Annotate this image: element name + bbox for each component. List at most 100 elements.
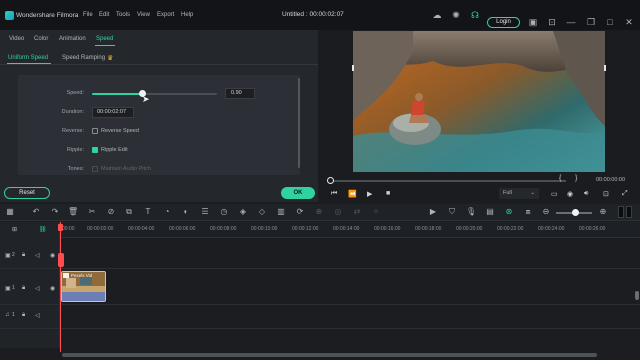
notification-icon[interactable]: ⊡ xyxy=(547,17,557,27)
timeline-playhead[interactable] xyxy=(60,222,61,352)
playhead-handle[interactable] xyxy=(58,224,63,231)
duration-input[interactable]: 00:00:02:07 xyxy=(92,107,134,118)
timeline-horizontal-scrollbar[interactable] xyxy=(62,353,597,357)
restore-icon[interactable]: ❐ xyxy=(586,17,596,27)
add-track-icon[interactable]: ⊞ xyxy=(12,226,17,233)
mark-in-button[interactable]: { xyxy=(559,175,561,182)
timeline-track-area[interactable] xyxy=(60,238,640,348)
detach-icon[interactable]: ⊘ xyxy=(106,207,116,217)
lightbulb-icon[interactable]: ✺ xyxy=(451,10,461,20)
marker-icon[interactable]: ⛉ xyxy=(447,207,457,217)
crop-icon[interactable]: ⧉ xyxy=(124,207,134,217)
captions-icon[interactable]: ▤ xyxy=(485,207,495,217)
tab-color[interactable]: Color xyxy=(34,36,48,42)
keyframe-icon[interactable]: ◇ xyxy=(257,207,267,217)
zoom-in-icon[interactable]: ⊕ xyxy=(598,207,608,217)
panel-toggle-left[interactable] xyxy=(618,206,624,218)
audio-tool-icon[interactable]: ◎ xyxy=(333,207,343,217)
menu-edit[interactable]: Edit xyxy=(99,12,109,18)
lock-icon[interactable]: 🔒︎ xyxy=(22,285,25,292)
play-icon[interactable]: ▶ xyxy=(367,190,372,198)
quality-dropdown[interactable]: Full ⌄ xyxy=(499,188,539,199)
timeline-vertical-scrollbar[interactable] xyxy=(635,291,639,300)
zoom-out-icon[interactable]: ⊖ xyxy=(541,207,551,217)
tab-video[interactable]: Video xyxy=(9,36,24,42)
panel-toggle-right[interactable] xyxy=(626,206,632,218)
cloud-icon[interactable]: ☁ xyxy=(432,10,442,20)
reset-button[interactable]: Reset xyxy=(4,187,50,199)
stop-icon[interactable]: ■ xyxy=(386,190,390,197)
prev-frame-icon[interactable]: ⏪ xyxy=(348,190,357,198)
zoom-slider-thumb[interactable] xyxy=(572,209,579,216)
video-clip[interactable]: Pexels Vid xyxy=(61,271,106,302)
eye-icon[interactable]: ◉ xyxy=(50,285,55,292)
delete-icon[interactable]: 🗑︎ xyxy=(68,207,78,217)
transition-icon[interactable]: ⇄ xyxy=(352,207,362,217)
subtab-uniform-speed[interactable]: Uniform Speed xyxy=(8,55,48,61)
lock-icon[interactable]: 🔒︎ xyxy=(22,252,25,259)
menu-tools[interactable]: Tools xyxy=(116,12,130,18)
tab-animation[interactable]: Animation xyxy=(59,36,86,42)
timer-icon[interactable]: ◷ xyxy=(219,207,229,217)
preview-scrub-head[interactable] xyxy=(327,177,334,184)
undo-icon[interactable]: ↶ xyxy=(31,207,41,217)
monitor-icon[interactable]: ▭ xyxy=(551,190,558,198)
crop-handle-right[interactable] xyxy=(604,65,606,71)
login-button[interactable]: Login xyxy=(487,17,520,28)
duration-label: Duration: xyxy=(61,109,84,115)
headset-icon[interactable]: ☊ xyxy=(470,10,480,20)
active-tab-indicator xyxy=(95,45,115,46)
ripple-tool-icon[interactable]: ⧈ xyxy=(523,207,533,217)
menu-export[interactable]: Export xyxy=(157,12,174,18)
audio-track-icon: ♫ xyxy=(5,312,10,318)
stabilize-icon[interactable]: ◈ xyxy=(238,207,248,217)
expand-icon[interactable]: ⤢ xyxy=(622,190,628,198)
layout-grid-icon[interactable]: ▦ xyxy=(5,207,15,217)
minimize-icon[interactable]: — xyxy=(566,17,576,27)
snapshot-icon[interactable]: ◉ xyxy=(567,190,573,198)
preview-scrubber[interactable] xyxy=(330,180,566,182)
menu-file[interactable]: File xyxy=(83,12,93,18)
tab-speed[interactable]: Speed xyxy=(96,36,113,42)
maintain-pitch-checkbox[interactable] xyxy=(92,166,98,172)
crop-handle-left[interactable] xyxy=(352,65,354,71)
maximize-icon[interactable]: □ xyxy=(605,17,615,27)
mute-icon[interactable]: ◁ xyxy=(35,252,40,259)
menu-view[interactable]: View xyxy=(137,12,150,18)
mark-out-button[interactable]: } xyxy=(575,175,577,182)
green-screen-icon[interactable]: ▥ xyxy=(276,207,286,217)
subtab-speed-ramping[interactable]: Speed Ramping xyxy=(62,55,105,61)
close-icon[interactable]: ✕ xyxy=(624,17,634,27)
ruler-tick: 00:00 xyxy=(62,226,75,232)
menu-help[interactable]: Help xyxy=(181,12,193,18)
more-tools-icon[interactable]: ⊕ xyxy=(314,207,324,217)
clip-type-icon xyxy=(63,273,69,278)
snap-icon[interactable]: ⊛ xyxy=(504,207,514,217)
color-icon[interactable]: ◐ xyxy=(181,207,191,217)
split-icon[interactable]: ✂ xyxy=(87,207,97,217)
mute-icon[interactable]: ◁ xyxy=(35,312,40,319)
motion-icon[interactable]: ⟳ xyxy=(295,207,305,217)
step-back-icon[interactable]: ⏮ xyxy=(331,190,337,198)
link-icon[interactable]: ⛓ xyxy=(39,226,47,233)
lock-icon[interactable]: 🔒︎ xyxy=(22,312,25,319)
ruler-tick: 00:00:10:00 xyxy=(251,226,278,232)
microphone-icon[interactable]: 🎙︎ xyxy=(466,207,476,217)
speed-icon[interactable]: ◔ xyxy=(162,207,172,217)
mute-icon[interactable]: ◁ xyxy=(35,285,40,292)
save-icon[interactable]: ▣ xyxy=(528,17,538,27)
text-icon[interactable]: T xyxy=(143,207,153,217)
fullscreen-toggle-icon[interactable]: ⊡ xyxy=(603,190,609,198)
volume-icon[interactable]: 🔊︎ xyxy=(584,190,588,198)
render-icon[interactable]: ▶ xyxy=(428,207,438,217)
panel-scrollbar[interactable] xyxy=(298,78,300,168)
effect-icon[interactable]: ✧ xyxy=(371,207,381,217)
ok-button[interactable]: OK xyxy=(281,187,315,199)
reverse-speed-checkbox[interactable] xyxy=(92,128,98,134)
ripple-edit-checkbox[interactable] xyxy=(92,147,98,153)
adjust-icon[interactable]: ☰ xyxy=(200,207,210,217)
eye-icon[interactable]: ◉ xyxy=(50,252,55,259)
speed-value-input[interactable]: 0.90 xyxy=(225,88,255,99)
playhead-marker[interactable] xyxy=(58,253,64,267)
redo-icon[interactable]: ↷ xyxy=(50,207,60,217)
